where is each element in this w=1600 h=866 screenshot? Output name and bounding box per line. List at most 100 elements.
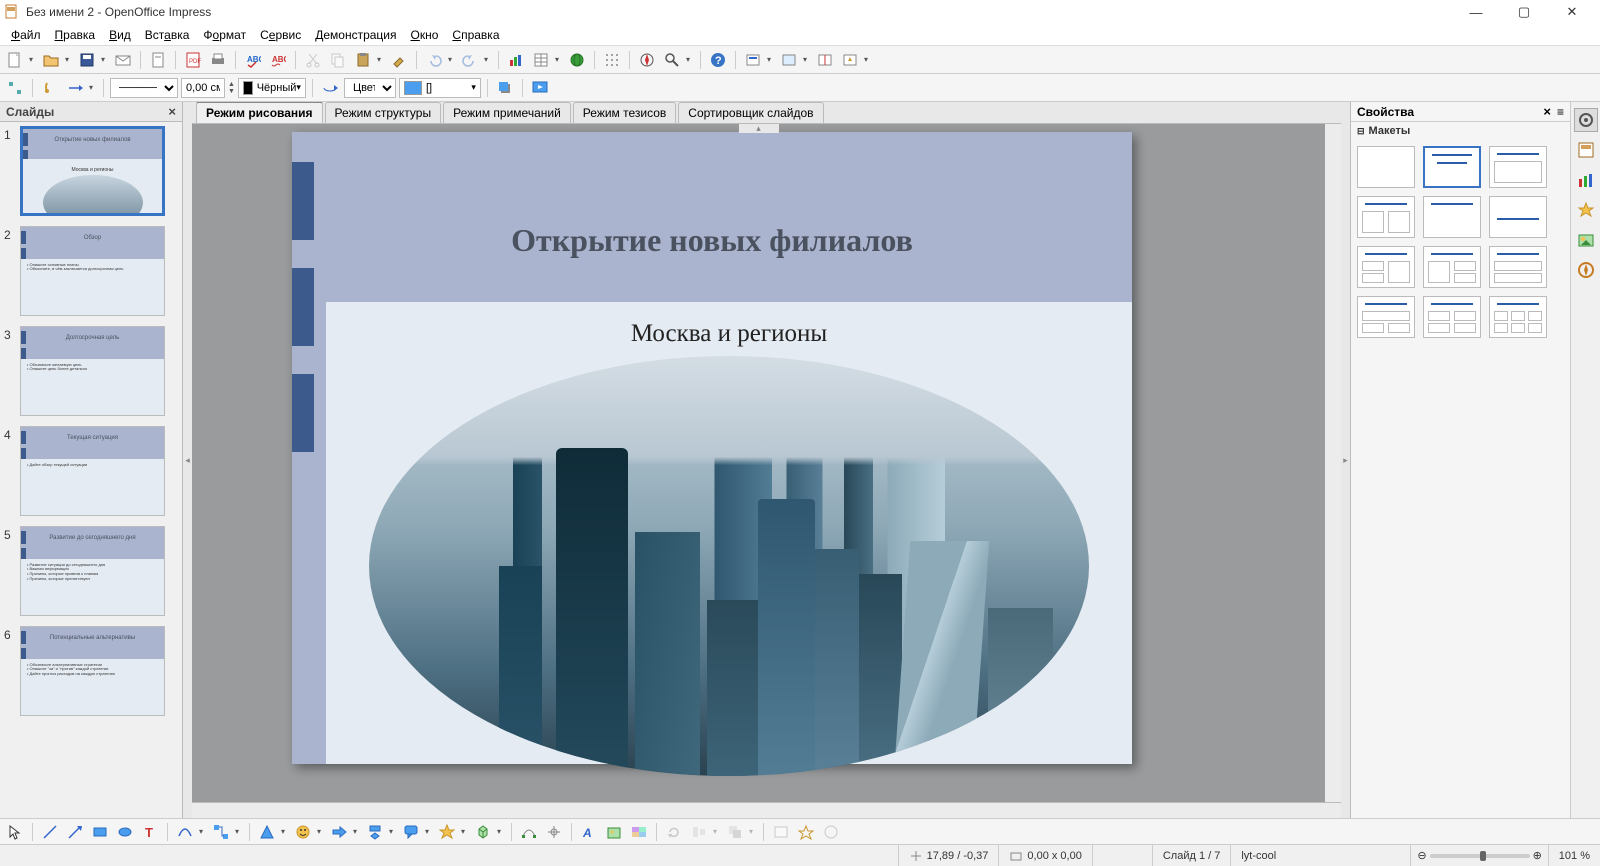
- fill-type-select[interactable]: Цвет: [344, 78, 396, 98]
- grid-button[interactable]: [601, 49, 623, 71]
- spellcheck-button[interactable]: ABC: [242, 49, 264, 71]
- callouts-dropdown[interactable]: ▾: [425, 827, 433, 836]
- table-dropdown[interactable]: ▾: [555, 55, 563, 64]
- menu-tools[interactable]: Сервис: [253, 26, 308, 44]
- menu-view[interactable]: Вид: [102, 26, 138, 44]
- line-width-input[interactable]: [181, 78, 225, 98]
- slide-canvas-area[interactable]: ▴ Открытие новых филиалов Москва и регио…: [192, 124, 1325, 802]
- undo-dropdown[interactable]: ▾: [448, 55, 456, 64]
- width-spin-down[interactable]: ▼: [228, 88, 235, 95]
- layout-2over1[interactable]: [1489, 246, 1547, 288]
- close-slides-panel-icon[interactable]: ×: [168, 104, 176, 119]
- splitter-top[interactable]: ▴: [739, 124, 779, 133]
- arrow-style-button[interactable]: [64, 77, 86, 99]
- sidebar-animations-icon[interactable]: [1574, 168, 1598, 192]
- line-color-select[interactable]: Чёрный ▾: [238, 78, 306, 98]
- slide-button[interactable]: [742, 49, 764, 71]
- new-button[interactable]: [4, 49, 26, 71]
- minimize-button[interactable]: —: [1462, 2, 1490, 22]
- gluepoints-tool[interactable]: [543, 821, 565, 843]
- slide-dropdown[interactable]: ▾: [767, 55, 775, 64]
- fill-color-select[interactable]: [] ▾: [399, 78, 481, 98]
- print-button[interactable]: [207, 49, 229, 71]
- slide-thumbnail[interactable]: 2Обзор• Опишите основные планы• Объяснит…: [4, 226, 178, 316]
- undo-button[interactable]: [423, 49, 445, 71]
- slide-thumbnail[interactable]: 5Развитие до сегодняшнего дня• Развитие …: [4, 526, 178, 616]
- text-tool[interactable]: T: [139, 821, 161, 843]
- layout-title[interactable]: [1423, 146, 1481, 188]
- chart-button[interactable]: [505, 49, 527, 71]
- line-arrow-tool[interactable]: [64, 821, 86, 843]
- help-button[interactable]: ?: [707, 49, 729, 71]
- curve-tool[interactable]: [174, 821, 196, 843]
- sidebar-gallery-icon[interactable]: [1574, 228, 1598, 252]
- paste-dropdown[interactable]: ▾: [377, 55, 385, 64]
- interaction-tool[interactable]: [820, 821, 842, 843]
- from-file-tool[interactable]: [603, 821, 625, 843]
- fontwork-tool[interactable]: A: [578, 821, 600, 843]
- zoom-button[interactable]: [661, 49, 683, 71]
- slide-title-text[interactable]: Открытие новых филиалов: [352, 222, 1072, 259]
- open-dropdown[interactable]: ▾: [65, 55, 73, 64]
- symbol-shapes-tool[interactable]: [292, 821, 314, 843]
- menu-edit[interactable]: Правка: [48, 26, 103, 44]
- arrow-style-dropdown[interactable]: ▾: [89, 83, 97, 92]
- menu-file[interactable]: Файл: [4, 26, 48, 44]
- presentation-button[interactable]: [529, 77, 551, 99]
- block-arrows-tool[interactable]: [328, 821, 350, 843]
- select-tool[interactable]: [4, 821, 26, 843]
- menu-help[interactable]: Справка: [445, 26, 506, 44]
- slide-design-dropdown[interactable]: ▾: [803, 55, 811, 64]
- rotate-tool[interactable]: [663, 821, 685, 843]
- slide-thumbnail[interactable]: 1Открытие новых филиаловМосква и регионы: [4, 126, 178, 216]
- layout-title-content[interactable]: [1489, 146, 1547, 188]
- sidebar-transition-icon[interactable]: [1574, 198, 1598, 222]
- stars-dropdown[interactable]: ▾: [461, 827, 469, 836]
- arrange-dropdown[interactable]: ▾: [749, 827, 757, 836]
- 3d-dropdown[interactable]: ▾: [497, 827, 505, 836]
- open-button[interactable]: [40, 49, 62, 71]
- basic-shapes-tool[interactable]: [256, 821, 278, 843]
- flowchart-tool[interactable]: [364, 821, 386, 843]
- splitter-right[interactable]: ▸: [1341, 102, 1350, 818]
- menu-window[interactable]: Окно: [404, 26, 446, 44]
- block-arrows-dropdown[interactable]: ▾: [353, 827, 361, 836]
- new-dropdown[interactable]: ▾: [29, 55, 37, 64]
- tab-notes[interactable]: Режим примечаний: [443, 102, 571, 123]
- layout-title-only[interactable]: [1423, 196, 1481, 238]
- redo-button[interactable]: [459, 49, 481, 71]
- slide-thumbnail[interactable]: 6Потенциальные альтернативы• Обозначьте …: [4, 626, 178, 716]
- vertical-scrollbar[interactable]: [1325, 124, 1341, 802]
- slide-canvas[interactable]: Открытие новых филиалов Москва и регионы: [292, 132, 1132, 764]
- flowchart-dropdown[interactable]: ▾: [389, 827, 397, 836]
- zoom-out-icon[interactable]: ⊖: [1417, 849, 1426, 862]
- menu-slideshow[interactable]: Демонстрация: [308, 26, 403, 44]
- slide-insert-tool[interactable]: [770, 821, 792, 843]
- ellipse-tool[interactable]: [114, 821, 136, 843]
- maximize-button[interactable]: ▢: [1510, 2, 1538, 22]
- tab-handout[interactable]: Режим тезисов: [573, 102, 677, 123]
- slide-thumbnail[interactable]: 3Долгосрочная цель• Обозначьте желаемую …: [4, 326, 178, 416]
- zoom-slider[interactable]: ⊖ ⊕: [1410, 845, 1547, 866]
- layout-1v2h[interactable]: [1423, 246, 1481, 288]
- slide-design-button[interactable]: [778, 49, 800, 71]
- splitter-left[interactable]: ◂: [183, 102, 192, 818]
- cut-button[interactable]: [302, 49, 324, 71]
- menu-format[interactable]: Формат: [196, 26, 253, 44]
- 3d-tool[interactable]: [472, 821, 494, 843]
- slide-master-dropdown[interactable]: ▾: [864, 55, 872, 64]
- paste-button[interactable]: [352, 49, 374, 71]
- tab-drawing[interactable]: Режим рисования: [196, 102, 323, 123]
- menu-insert[interactable]: Вставка: [138, 26, 197, 44]
- layouts-section-header[interactable]: ⊟ Макеты: [1351, 122, 1570, 140]
- save-dropdown[interactable]: ▾: [101, 55, 109, 64]
- stars-tool[interactable]: [436, 821, 458, 843]
- callouts-tool[interactable]: [400, 821, 422, 843]
- navigator-button[interactable]: [636, 49, 658, 71]
- animation-tool[interactable]: [795, 821, 817, 843]
- slide-layout-button[interactable]: [814, 49, 836, 71]
- zoom-in-icon[interactable]: ⊕: [1533, 849, 1542, 862]
- close-window-button[interactable]: ✕: [1558, 2, 1586, 22]
- slide-image[interactable]: [369, 356, 1089, 776]
- layout-4box[interactable]: [1423, 296, 1481, 338]
